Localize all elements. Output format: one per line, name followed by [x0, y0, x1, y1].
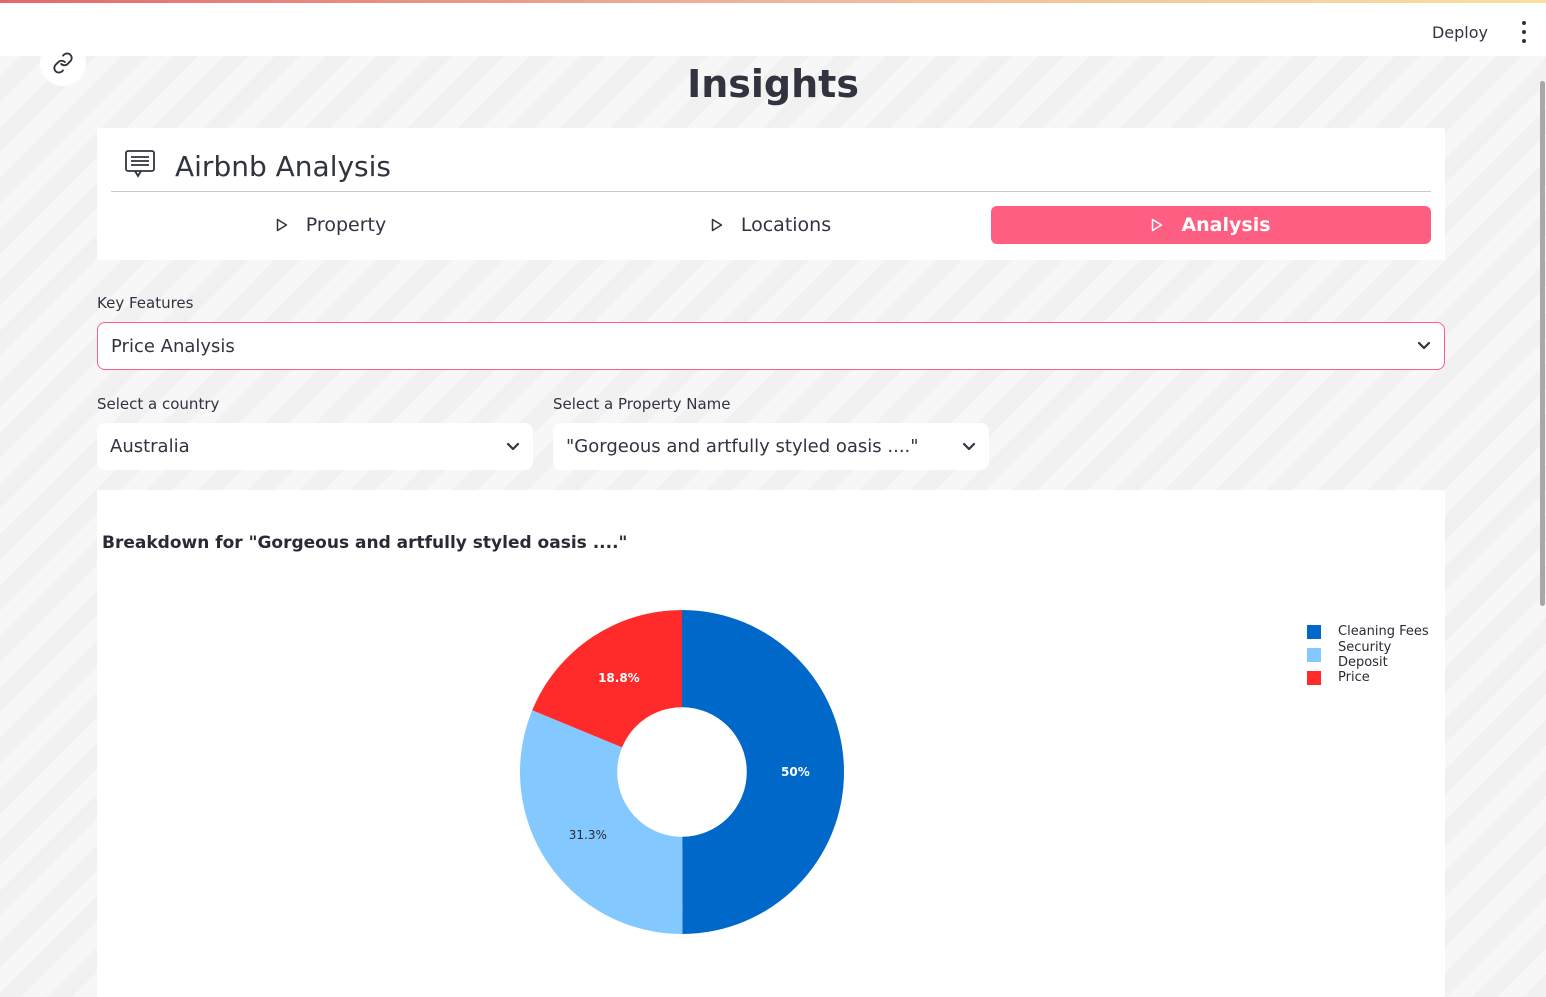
select-value: "Gorgeous and artfully styled oasis ....…: [566, 436, 919, 457]
legend-swatch: [1307, 624, 1321, 639]
play-outline-icon: [276, 218, 288, 232]
tab-label: Property: [305, 214, 387, 236]
scrollbar[interactable]: [1538, 56, 1546, 997]
key-features-label: Key Features: [97, 294, 194, 312]
tab-label: Locations: [740, 214, 832, 236]
kebab-menu-icon[interactable]: [1520, 21, 1528, 43]
tab-label: Analysis: [1181, 214, 1271, 236]
app-title: Airbnb Analysis: [175, 150, 392, 183]
donut-slice-cleaning-fees[interactable]: [682, 610, 844, 934]
legend-label: Security Deposit: [1337, 639, 1392, 670]
slice-percent-label: 50%: [781, 765, 810, 779]
navigation-menu: Airbnb Analysis Property Locations Analy…: [97, 128, 1445, 260]
key-features-select[interactable]: Price Analysis: [97, 322, 1445, 370]
chevron-down-icon: [962, 442, 976, 450]
legend-label: Cleaning Fees: [1338, 624, 1429, 639]
message-card-icon: [125, 150, 155, 183]
scrollbar-thumb[interactable]: [1540, 81, 1545, 606]
legend-swatch: [1307, 670, 1321, 685]
chart-legend: Cleaning Fees Security Deposit Price: [1307, 620, 1445, 689]
menu-header: Airbnb Analysis: [111, 142, 1431, 192]
tab-property[interactable]: Property: [111, 206, 551, 244]
donut-chart-card: Breakdown for "Gorgeous and artfully sty…: [97, 490, 1445, 997]
tab-analysis[interactable]: Analysis: [991, 206, 1431, 244]
slice-percent-label: 18.8%: [598, 671, 640, 685]
play-outline-icon: [1152, 218, 1163, 232]
country-label: Select a country: [97, 395, 220, 413]
tab-locations[interactable]: Locations: [551, 206, 991, 244]
property-select[interactable]: "Gorgeous and artfully styled oasis ....…: [553, 423, 989, 470]
legend-label: Price: [1338, 670, 1370, 685]
slice-percent-label: 31.3%: [569, 828, 607, 842]
select-value: Australia: [110, 436, 190, 457]
chevron-down-icon: [1417, 341, 1431, 350]
donut-slice-security-deposit[interactable]: [520, 710, 683, 934]
deploy-button[interactable]: Deploy: [1432, 23, 1488, 42]
play-outline-icon: [711, 218, 723, 232]
page-title: Insights: [687, 62, 859, 106]
nav-tabs: Property Locations Analysis: [111, 206, 1431, 244]
legend-swatch: [1307, 647, 1321, 662]
property-label: Select a Property Name: [553, 395, 731, 413]
legend-item-security-deposit[interactable]: Security Deposit: [1307, 640, 1445, 670]
country-select[interactable]: Australia: [97, 423, 533, 470]
select-value: Price Analysis: [111, 335, 235, 357]
donut-chart: 50% 31.3% 18.8%: [520, 610, 844, 934]
app-toolbar: Deploy: [0, 3, 1546, 56]
chevron-down-icon: [506, 442, 520, 450]
